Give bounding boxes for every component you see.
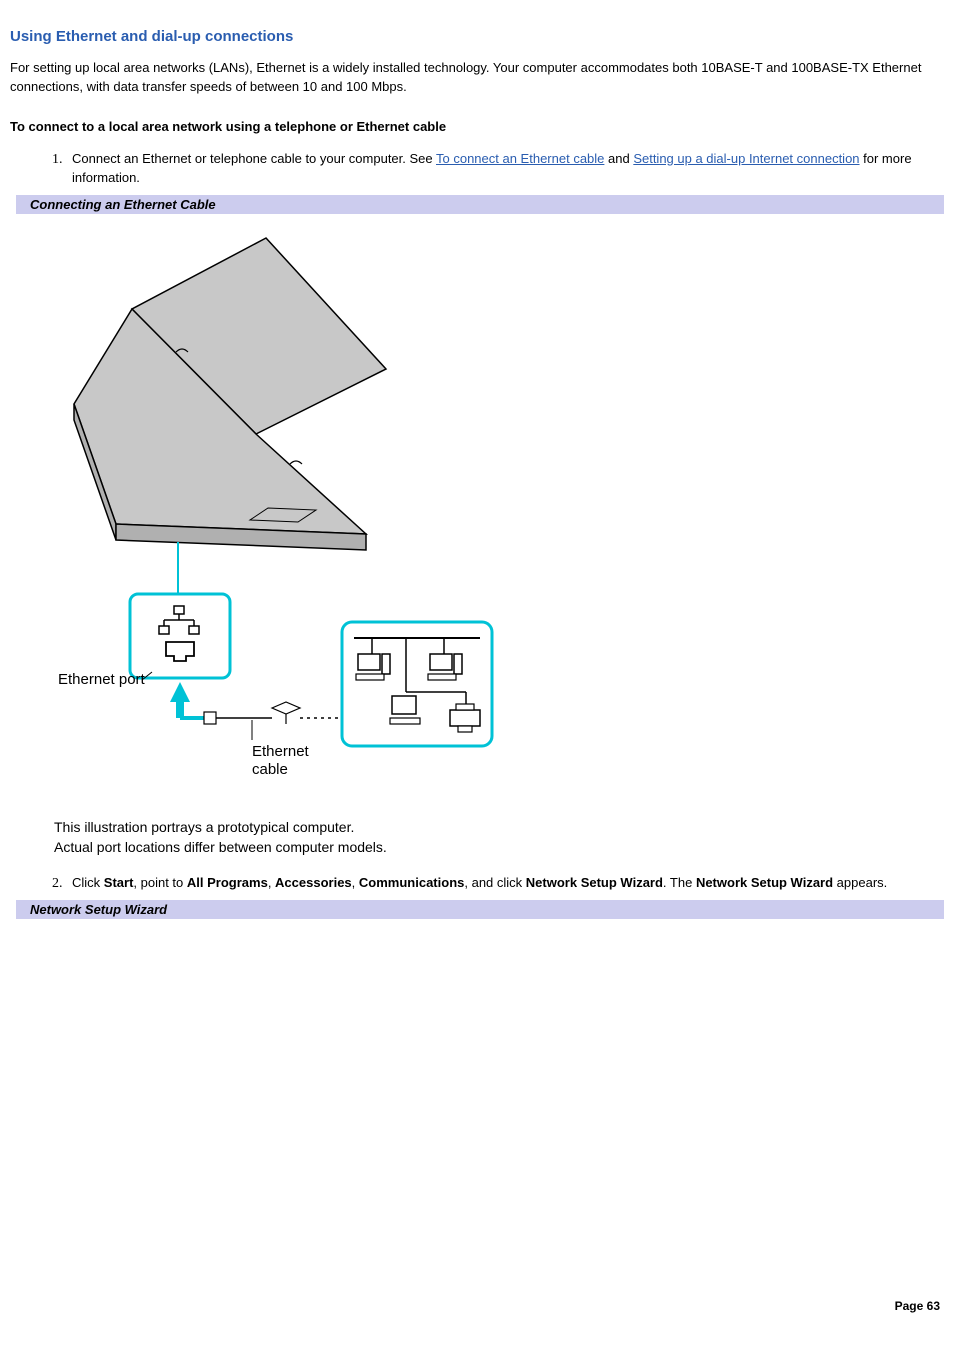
laptop-ethernet-illustration: Ethernet port Ethernet cable [46,224,516,794]
sub-heading: To connect to a local area network using… [10,119,944,134]
step-2-t3: , [268,875,275,890]
step-2-t1: Click [72,875,104,890]
step-2-t6: . The [663,875,696,890]
step-1: Connect an Ethernet or telephone cable t… [66,150,944,188]
step-2-t5: , and click [464,875,525,890]
step-2-b2: All Programs [187,875,268,890]
callout-ethernet-cable: Connecting an Ethernet Cable [10,195,944,214]
link-connect-ethernet[interactable]: To connect an Ethernet cable [436,151,604,166]
figure-caption: This illustration portrays a prototypica… [54,818,944,857]
step-2: Click Start, point to All Programs, Acce… [66,874,944,893]
figure-ethernet: Ethernet port Ethernet cable [46,224,944,857]
section-title: Using Ethernet and dial-up connections [10,28,944,45]
figure-caption-line1: This illustration portrays a prototypica… [54,819,354,835]
link-dialup-setup[interactable]: Setting up a dial-up Internet connection [633,151,859,166]
step-2-b3: Accessories [275,875,352,890]
step-2-b6: Network Setup Wizard [696,875,833,890]
figure-caption-line2: Actual port locations differ between com… [54,839,387,855]
step-2-b5: Network Setup Wizard [526,875,663,890]
step-2-b1: Start [104,875,134,890]
step-2-t4: , [352,875,359,890]
step-1-text-pre: Connect an Ethernet or telephone cable t… [72,151,436,166]
callout-network-wizard: Network Setup Wizard [10,900,944,919]
label-ethernet-cable-1: Ethernet [252,743,310,760]
label-ethernet-cable-2: cable [252,761,288,778]
step-1-text-mid: and [604,151,633,166]
label-ethernet-port: Ethernet port [58,671,146,688]
step-2-b4: Communications [359,875,464,890]
step-2-t7: appears. [833,875,887,890]
page-footer: Page 63 [10,1299,944,1313]
step-2-t2: , point to [133,875,186,890]
intro-paragraph: For setting up local area networks (LANs… [10,59,944,97]
